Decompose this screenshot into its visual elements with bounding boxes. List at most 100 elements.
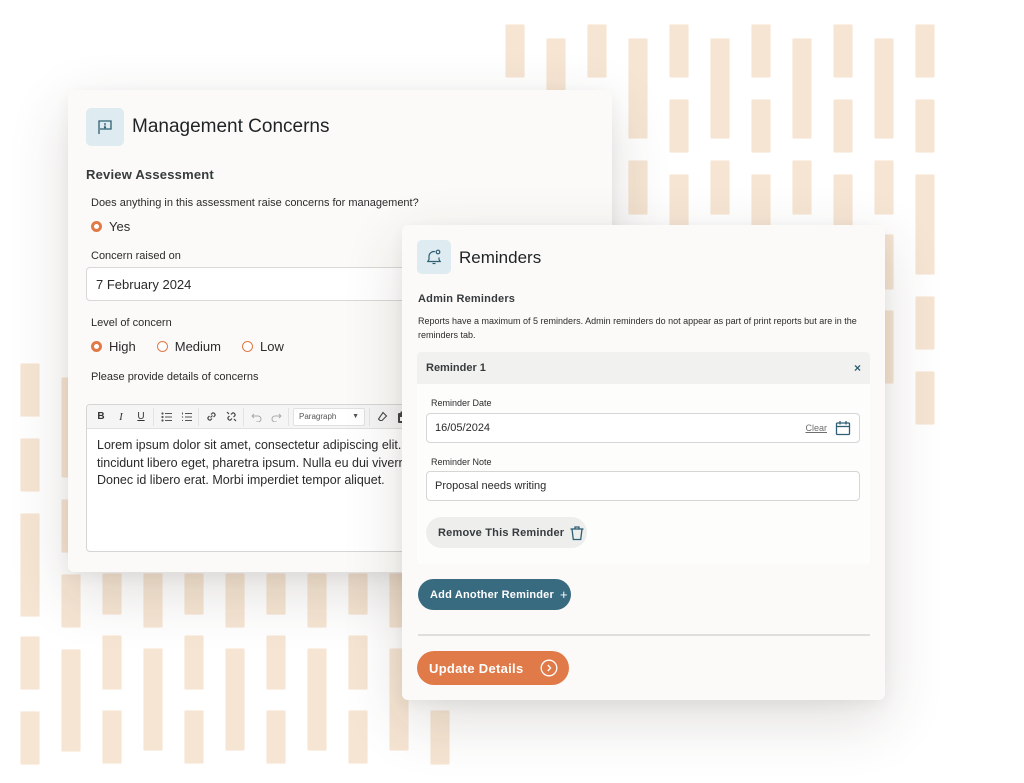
management-concerns-title: Management Concerns — [132, 116, 330, 137]
background-bar — [20, 636, 40, 690]
background-bar — [348, 573, 368, 615]
background-bar — [833, 174, 853, 230]
background-bar — [915, 174, 935, 275]
bold-icon[interactable]: B — [91, 407, 111, 427]
background-bar — [915, 24, 935, 78]
toolbar-separator — [153, 407, 154, 426]
background-bar — [751, 24, 771, 78]
background-bar — [751, 99, 771, 153]
radio-yes-label: Yes — [109, 219, 131, 234]
background-bar — [669, 24, 689, 78]
background-bar — [184, 573, 204, 615]
toolbar-separator — [243, 407, 244, 426]
add-another-reminder-button[interactable]: Add Another Reminder + — [418, 579, 571, 610]
toolbar-separator — [369, 407, 370, 426]
background-bar — [225, 648, 245, 751]
reminder-note-value: Proposal needs writing — [435, 480, 547, 492]
raise-concern-radio-group: Yes — [91, 219, 150, 234]
block-format-value: Paragraph — [299, 412, 337, 421]
chevron-down-icon: ▼ — [352, 413, 359, 420]
background-bar — [225, 573, 245, 628]
background-bar — [628, 160, 648, 215]
background-bar — [710, 160, 730, 215]
management-concerns-icon-tile — [86, 108, 124, 146]
background-bar — [874, 160, 894, 215]
numbered-list-icon[interactable] — [176, 407, 196, 427]
reminder-title: Reminder 1 — [426, 362, 486, 374]
background-bar — [669, 174, 689, 230]
details-label: Please provide details of concerns — [91, 371, 259, 383]
background-bar — [710, 38, 730, 139]
radio-yes[interactable]: Yes — [91, 219, 130, 234]
background-bar — [348, 635, 368, 690]
background-bar — [20, 711, 40, 765]
background-bar — [915, 99, 935, 153]
reminder-date-label: Reminder Date — [431, 398, 492, 408]
background-bar — [102, 573, 122, 615]
underline-icon[interactable]: U — [131, 407, 151, 427]
background-bar — [915, 296, 935, 350]
radio-high[interactable]: High — [91, 339, 136, 354]
redo-icon[interactable] — [266, 407, 286, 427]
update-details-label: Update Details — [429, 660, 524, 676]
trash-icon — [570, 525, 584, 540]
background-bar — [307, 573, 327, 628]
background-bar — [430, 710, 450, 765]
radio-high-indicator[interactable] — [91, 341, 102, 352]
radio-medium[interactable]: Medium — [156, 339, 221, 354]
level-of-concern-radio-group: High Medium Low — [91, 339, 304, 354]
background-bar — [102, 710, 122, 764]
background-bar — [915, 371, 935, 425]
background-bar — [348, 710, 368, 764]
radio-medium-indicator[interactable] — [156, 341, 168, 352]
chevron-right-circle-icon — [540, 659, 558, 677]
background-bar — [307, 648, 327, 751]
background-bar — [184, 635, 204, 690]
radio-low-label: Low — [260, 339, 284, 354]
link-icon[interactable] — [201, 407, 221, 427]
add-reminder-label: Add Another Reminder — [430, 588, 554, 601]
bell-icon — [426, 249, 442, 265]
close-icon[interactable]: × — [854, 361, 861, 375]
italic-icon[interactable]: I — [111, 407, 131, 427]
remove-reminder-label: Remove This Reminder — [438, 526, 565, 539]
toolbar-separator — [288, 407, 289, 426]
radio-medium-label: Medium — [174, 339, 221, 354]
plus-icon: + — [560, 587, 568, 602]
background-bar — [874, 38, 894, 139]
level-of-concern-label: Level of concern — [91, 317, 172, 329]
calendar-icon[interactable] — [835, 420, 851, 436]
divider — [418, 634, 870, 636]
background-bar — [587, 24, 607, 78]
background-bar — [20, 438, 40, 492]
concern-question-label: Does anything in this assessment raise c… — [91, 197, 419, 209]
background-bar — [61, 574, 81, 628]
background-bar — [143, 573, 163, 628]
radio-yes-indicator[interactable] — [91, 221, 102, 232]
block-format-select[interactable]: Paragraph ▼ — [293, 407, 365, 426]
radio-high-label: High — [109, 339, 136, 354]
background-bar — [266, 573, 286, 615]
background-bar — [20, 363, 40, 417]
clear-date-link[interactable]: Clear — [805, 423, 827, 433]
unlink-icon[interactable] — [221, 407, 241, 427]
background-bar — [628, 38, 648, 139]
undo-icon[interactable] — [246, 407, 266, 427]
bullet-list-icon[interactable] — [156, 407, 176, 427]
reminder-note-label: Reminder Note — [431, 457, 492, 467]
background-bar — [61, 649, 81, 752]
eraser-icon[interactable] — [372, 407, 392, 427]
reminders-help-text: Reports have a maximum of 5 reminders. A… — [418, 316, 857, 340]
reminders-icon-tile — [417, 240, 451, 274]
admin-reminders-heading: Admin Reminders — [418, 293, 516, 305]
background-bar — [184, 710, 204, 764]
background-bar — [751, 174, 771, 230]
reminder-date-input[interactable]: 16/05/2024 Clear — [426, 413, 860, 443]
background-bar — [266, 635, 286, 690]
reminder-note-input[interactable]: Proposal needs writing — [426, 471, 860, 501]
radio-low-indicator[interactable] — [242, 341, 253, 352]
radio-low[interactable]: Low — [242, 339, 284, 354]
update-details-button[interactable]: Update Details — [417, 651, 569, 685]
remove-reminder-button[interactable]: Remove This Reminder — [426, 517, 587, 548]
reminder-card-header: Reminder 1 × — [417, 352, 870, 384]
